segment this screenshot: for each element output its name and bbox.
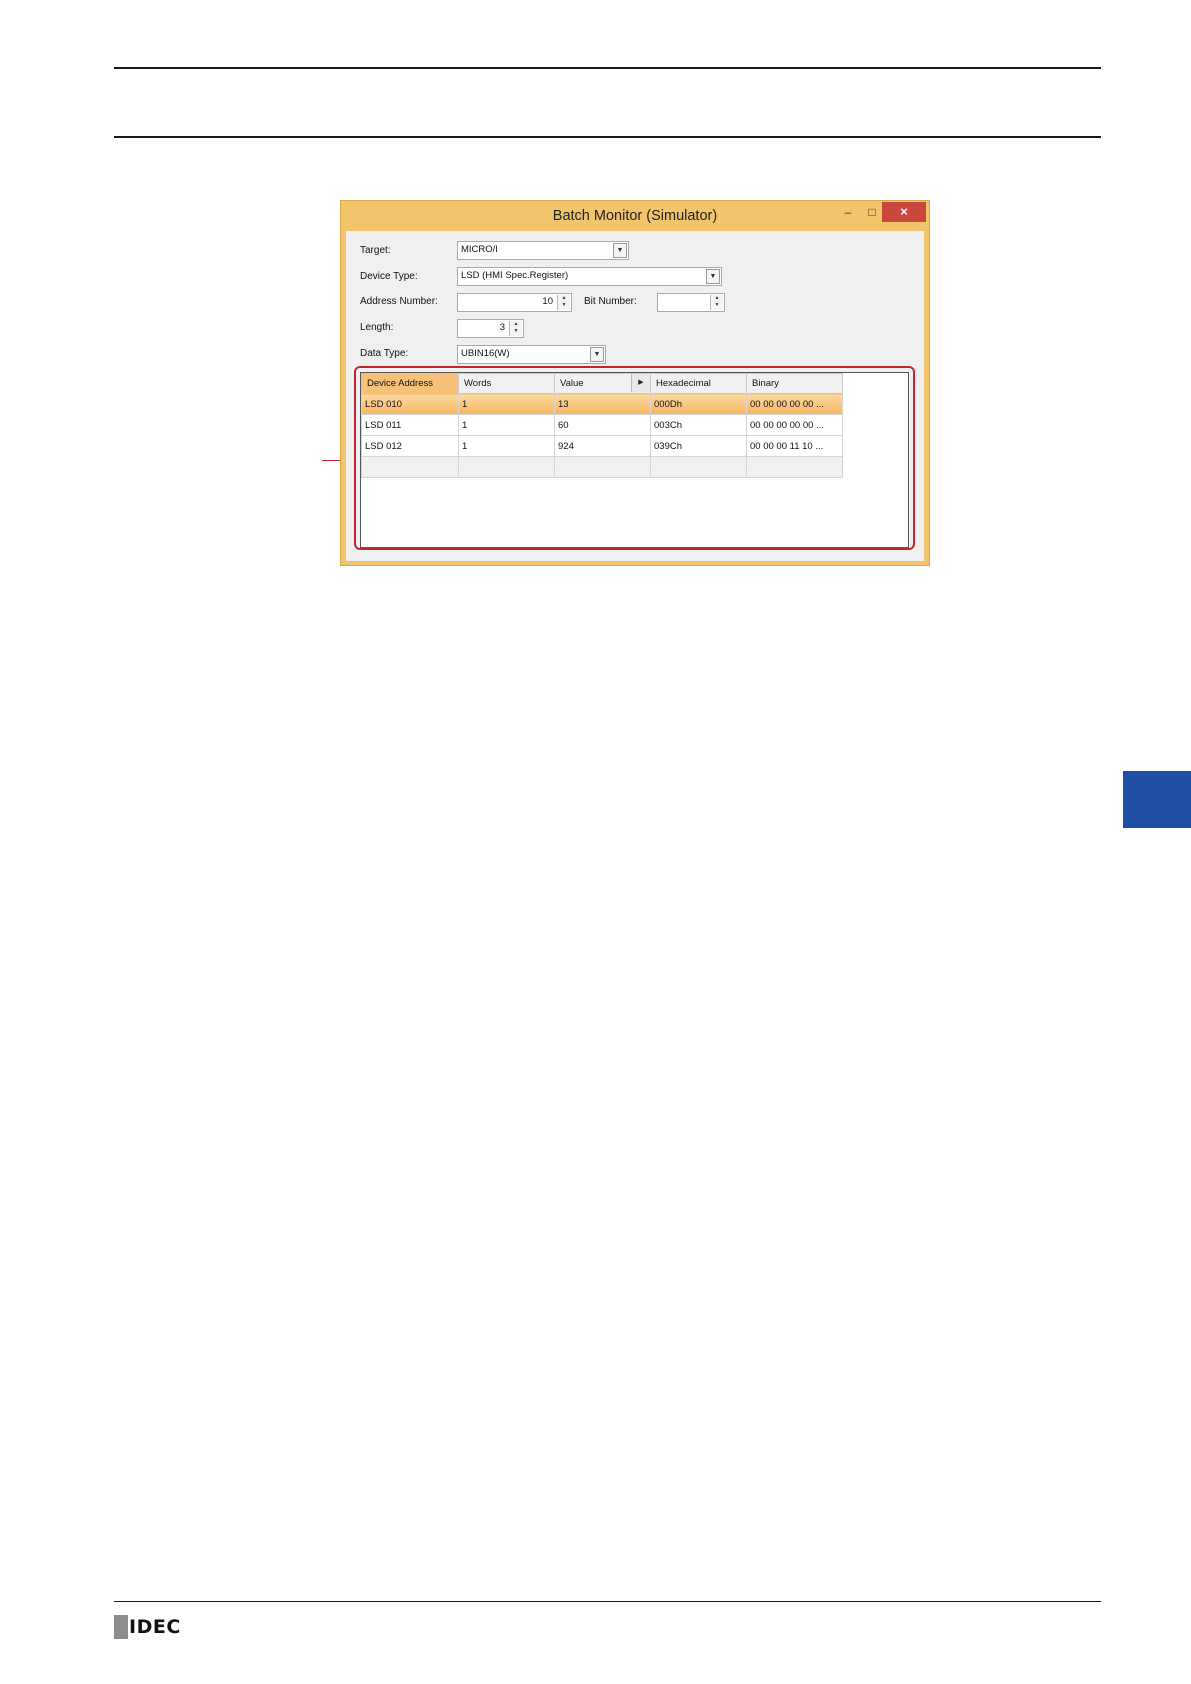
minimize-button[interactable]: – (835, 202, 861, 222)
cell-value[interactable]: 13 (554, 393, 651, 415)
column-header-words[interactable]: Words (458, 373, 555, 394)
data-type-select[interactable]: UBIN16(W) ▼ (457, 345, 606, 364)
cell-empty[interactable] (746, 456, 843, 478)
length-stepper[interactable]: 3 ▲ ▼ (457, 319, 524, 338)
cell-hexadecimal[interactable]: 000Dh (650, 393, 747, 415)
address-number-value: 10 (542, 296, 553, 307)
cell-hexadecimal[interactable]: 039Ch (650, 435, 747, 457)
table-row[interactable]: LSD 012 1 924 039Ch 00 00 00 11 10 ... (361, 435, 843, 457)
target-value: MICRO/I (461, 244, 498, 255)
cell-words[interactable]: 1 (458, 414, 555, 436)
spin-buttons-icon[interactable]: ▲ ▼ (557, 295, 570, 310)
bit-number-stepper[interactable]: ▲ ▼ (657, 293, 725, 312)
spin-buttons-icon[interactable]: ▲ ▼ (710, 295, 723, 310)
cell-binary[interactable]: 00 00 00 00 00 ... (746, 393, 843, 415)
cell-device-address[interactable]: LSD 010 (361, 393, 459, 415)
data-type-value: UBIN16(W) (461, 348, 510, 359)
close-button[interactable]: × (882, 202, 926, 222)
address-number-stepper[interactable]: 10 ▲ ▼ (457, 293, 572, 312)
cell-words[interactable]: 1 (458, 435, 555, 457)
table-row[interactable]: LSD 011 1 60 003Ch 00 00 00 00 00 ... (361, 414, 843, 436)
column-header-binary[interactable]: Binary (746, 373, 843, 394)
logo-text: IDEC (129, 1616, 181, 1638)
table-row[interactable]: LSD 010 1 13 000Dh 00 00 00 00 00 ... (361, 393, 843, 415)
device-type-select[interactable]: LSD (HMI Spec.Register) ▼ (457, 267, 722, 286)
chevron-down-icon[interactable]: ▼ (590, 347, 604, 362)
chevron-down-icon[interactable]: ▼ (706, 269, 720, 284)
length-label: Length: (360, 322, 394, 333)
spin-buttons-icon[interactable]: ▲ ▼ (509, 321, 522, 336)
chapter-tab (1123, 771, 1191, 828)
cell-binary[interactable]: 00 00 00 00 00 ... (746, 414, 843, 436)
cell-empty[interactable] (458, 456, 555, 478)
header-row: Device Address Words Value ▶ Hexadecimal … (361, 373, 843, 394)
column-header-value-label: Value (560, 378, 584, 389)
footer-rule (114, 1601, 1101, 1602)
header-rule (114, 136, 1101, 138)
title-bar[interactable]: Batch Monitor (Simulator) – □ × (341, 201, 929, 231)
cell-empty[interactable] (361, 456, 459, 478)
target-select[interactable]: MICRO/I ▼ (457, 241, 629, 260)
data-type-label: Data Type: (360, 348, 409, 359)
logo-mark (114, 1615, 128, 1639)
device-type-value: LSD (HMI Spec.Register) (461, 270, 569, 281)
top-rule (114, 67, 1101, 69)
cell-binary[interactable]: 00 00 00 11 10 ... (746, 435, 843, 457)
monitor-grid[interactable]: Device Address Words Value ▶ Hexadecimal … (360, 372, 909, 548)
cell-value[interactable]: 60 (554, 414, 651, 436)
bit-number-label: Bit Number: (584, 296, 637, 307)
cell-device-address[interactable]: LSD 012 (361, 435, 459, 457)
address-number-label: Address Number: (360, 296, 438, 307)
target-label: Target: (360, 245, 391, 256)
cell-device-address[interactable]: LSD 011 (361, 414, 459, 436)
column-header-hexadecimal[interactable]: Hexadecimal (650, 373, 747, 394)
length-value: 3 (499, 322, 505, 333)
column-header-device-address[interactable]: Device Address (361, 373, 459, 394)
chevron-down-icon[interactable]: ▼ (613, 243, 627, 258)
cell-value[interactable]: 924 (554, 435, 651, 457)
new-row[interactable] (361, 456, 843, 478)
cell-empty[interactable] (650, 456, 747, 478)
cell-empty[interactable] (554, 456, 651, 478)
device-type-label: Device Type: (360, 271, 418, 282)
cell-hexadecimal[interactable]: 003Ch (650, 414, 747, 436)
cell-words[interactable]: 1 (458, 393, 555, 415)
monitor-table: Device Address Words Value ▶ Hexadecimal … (361, 373, 843, 478)
column-header-value[interactable]: Value ▶ (554, 373, 651, 394)
expand-arrow-icon[interactable]: ▶ (631, 374, 650, 392)
